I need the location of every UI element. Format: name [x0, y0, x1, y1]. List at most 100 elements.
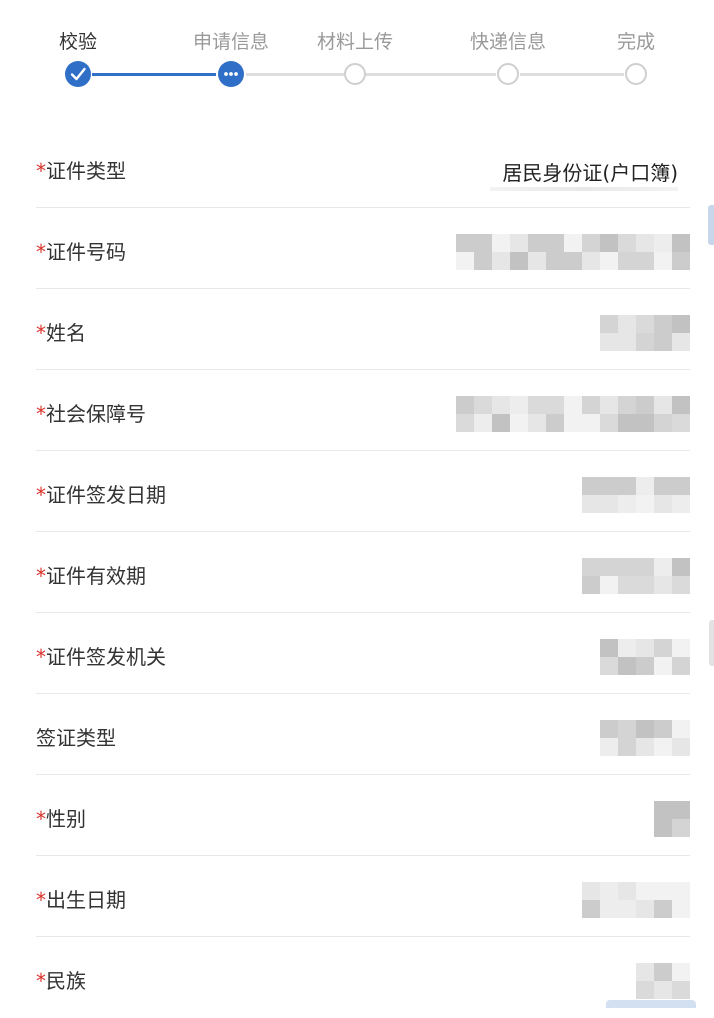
mask-cell [636, 252, 654, 270]
mask-cell [600, 720, 618, 738]
mask-cell [528, 396, 546, 414]
mask-cell [582, 900, 600, 918]
mask-cell [618, 657, 636, 675]
field-label: *社会保障号 [36, 402, 146, 426]
mask-cell [654, 981, 672, 999]
mask-cell [564, 234, 582, 252]
mask-cell [456, 252, 474, 270]
mask-cell [618, 333, 636, 351]
form-row-name[interactable]: *姓名 [0, 289, 714, 370]
required-mark: * [36, 402, 46, 426]
mask-cell [618, 477, 636, 495]
form-row-birth-date[interactable]: *出生日期 [0, 856, 714, 937]
bottom-edge-hint [606, 1000, 696, 1008]
mask-cell [600, 657, 618, 675]
mask-cell [600, 882, 618, 900]
mask-cell [636, 234, 654, 252]
masked-value [456, 234, 690, 270]
mask-cell [546, 396, 564, 414]
masked-value [582, 882, 690, 918]
mask-cell [618, 414, 636, 432]
mask-cell [528, 252, 546, 270]
mask-cell [546, 234, 564, 252]
mask-cell [654, 315, 672, 333]
mask-cell [654, 396, 672, 414]
mask-cell [672, 657, 690, 675]
mask-cell [672, 900, 690, 918]
form-row-social-security-number[interactable]: *社会保障号 [0, 370, 714, 451]
mask-cell [654, 819, 672, 837]
masked-value [600, 720, 690, 756]
mask-cell [654, 414, 672, 432]
mask-cell [510, 396, 528, 414]
mask-cell [492, 234, 510, 252]
mask-cell [654, 738, 672, 756]
mask-cell [672, 396, 690, 414]
mask-cell [636, 477, 654, 495]
mask-cell [654, 333, 672, 351]
mask-cell [636, 963, 654, 981]
field-label: *性别 [36, 807, 86, 831]
form-row-gender[interactable]: *性别 [0, 775, 714, 856]
mask-cell [654, 495, 672, 513]
mask-cell [510, 234, 528, 252]
mask-cell [600, 315, 618, 333]
mask-cell [672, 495, 690, 513]
masked-value [600, 639, 690, 675]
mask-cell [582, 558, 600, 576]
mask-cell [636, 396, 654, 414]
form-row-valid-period[interactable]: *证件有效期 [0, 532, 714, 613]
mask-cell [546, 252, 564, 270]
required-mark: * [36, 321, 46, 345]
step-label-material-upload: 材料上传 [316, 31, 394, 53]
masked-value [456, 396, 690, 432]
step-label-verify: 校验 [58, 31, 98, 53]
mask-cell [456, 414, 474, 432]
form-row-visa-type[interactable]: 签证类型 [0, 694, 714, 775]
form-row-id-type[interactable]: *证件类型 居民身份证(户口簿) [0, 127, 714, 208]
mask-cell [636, 558, 654, 576]
mask-cell [618, 738, 636, 756]
mask-cell [618, 315, 636, 333]
mask-cell [672, 639, 690, 657]
required-mark: * [36, 240, 46, 264]
field-label: 签证类型 [36, 726, 116, 750]
field-label: *出生日期 [36, 888, 126, 912]
mask-cell [672, 720, 690, 738]
mask-cell [600, 558, 618, 576]
form-row-issue-date[interactable]: *证件签发日期 [0, 451, 714, 532]
empty-circle-icon [497, 63, 519, 85]
required-mark: * [36, 969, 46, 993]
step-label-complete: 完成 [616, 31, 656, 53]
mask-cell [618, 252, 636, 270]
form-row-id-number[interactable]: *证件号码 [0, 208, 714, 289]
mask-cell [636, 576, 654, 594]
mask-cell [600, 414, 618, 432]
required-mark: * [36, 483, 46, 507]
mask-cell [636, 495, 654, 513]
empty-circle-icon [625, 63, 647, 85]
form-row-issuing-authority[interactable]: *证件签发机关 [0, 613, 714, 694]
mask-cell [654, 234, 672, 252]
step-connector-done [92, 73, 216, 76]
mask-cell [636, 333, 654, 351]
mask-cell [636, 900, 654, 918]
field-label: *民族 [36, 969, 86, 993]
mask-cell [582, 396, 600, 414]
mask-cell [474, 396, 492, 414]
mask-cell [510, 252, 528, 270]
mask-cell [672, 315, 690, 333]
mask-cell [528, 234, 546, 252]
step-label-delivery-info: 快递信息 [469, 31, 547, 53]
mask-cell [654, 477, 672, 495]
field-label: *证件签发日期 [36, 483, 166, 507]
field-label: *姓名 [36, 321, 86, 345]
mask-cell [582, 234, 600, 252]
application-form: *证件类型 居民身份证(户口簿) *证件号码 *姓名 *社会保障号 *证件签发日… [0, 127, 714, 1018]
id-type-value[interactable]: 居民身份证(户口簿) [502, 157, 678, 186]
required-mark: * [36, 807, 46, 831]
mask-cell [600, 396, 618, 414]
mask-cell [618, 495, 636, 513]
mask-cell [672, 738, 690, 756]
mask-cell [672, 252, 690, 270]
